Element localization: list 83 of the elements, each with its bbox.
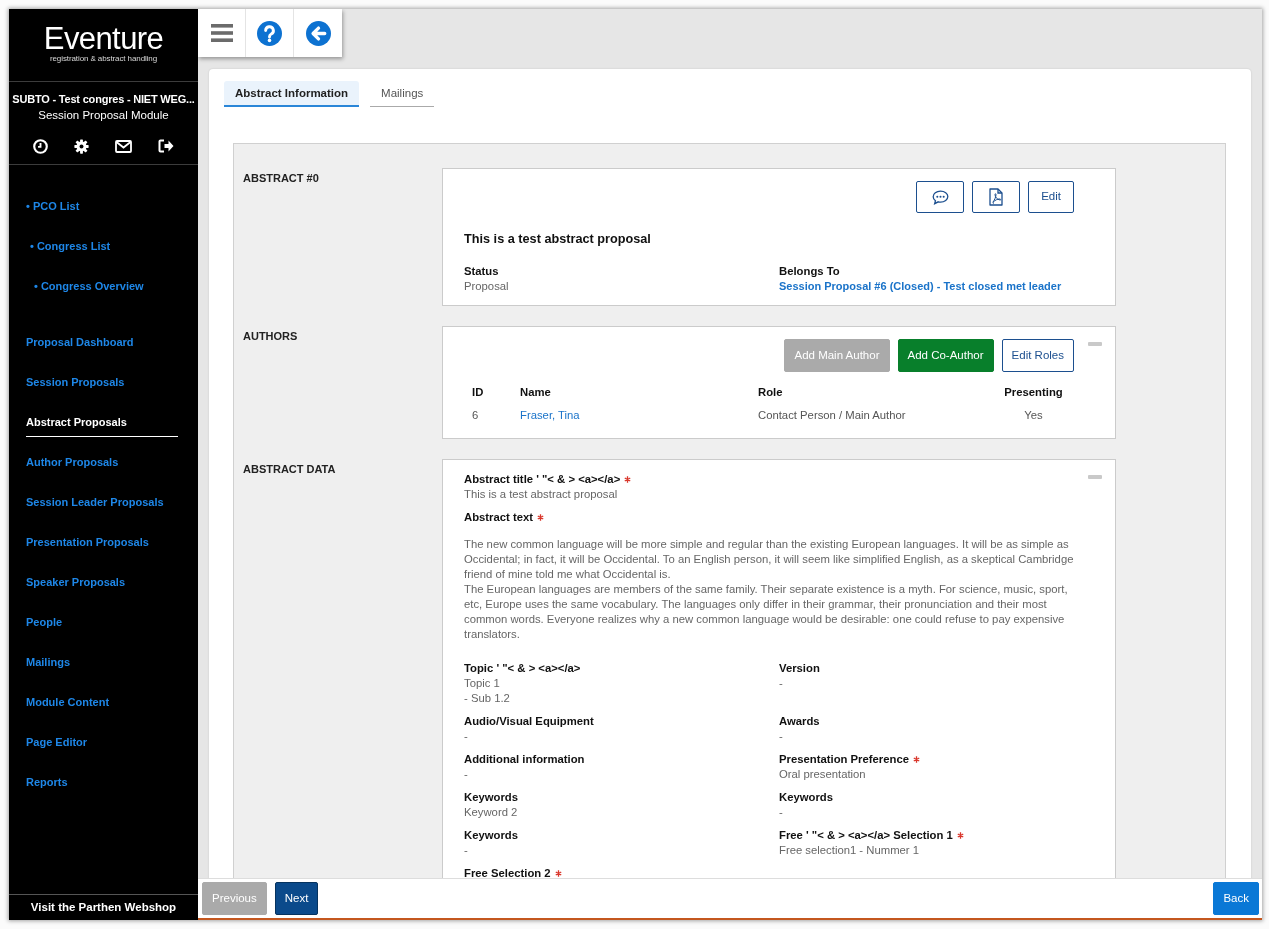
sidebar-item[interactable]: Session Proposals <box>26 362 178 397</box>
tab[interactable]: Mailings <box>370 81 435 107</box>
tab[interactable]: Abstract Information <box>224 81 360 107</box>
field-value: - Sub 1.2 <box>464 691 510 706</box>
abstract-paragraph: The new common language will be more simple and regular than the existing European languages. It will be as simple as Occidental; in fact, it will be Occidental. To an English person, it will seem like simplified English, as a skeptical Cambridge friend of mine told me what Occidental is. <box>464 537 1074 582</box>
edit-button[interactable]: Edit <box>1028 181 1074 213</box>
comment-icon <box>931 189 949 205</box>
column-header: Name <box>519 385 552 400</box>
field-value: - <box>464 729 468 744</box>
sidebar-item[interactable]: Page Editor <box>26 722 178 757</box>
sidebar-item[interactable]: Author Proposals <box>26 442 178 477</box>
field-value: Proposal <box>464 279 509 294</box>
field-label: Abstract text <box>464 510 534 525</box>
field-value: - <box>779 805 783 820</box>
envelope-icon[interactable] <box>115 139 132 153</box>
sidebar-item[interactable]: People <box>26 602 178 637</box>
logo-text: Eventure <box>43 24 164 54</box>
proposal-link[interactable]: Session Proposal #6 (Closed) - Test closed met leader <box>779 279 1062 294</box>
field-label: Abstract title ' "< & > <a></a> <box>464 472 621 487</box>
clock-icon[interactable] <box>33 138 48 154</box>
field-label: Keywords <box>779 790 833 805</box>
congress-title: SUBTO - Test congres - NIET WEG... <box>12 92 195 107</box>
section-label: ABSTRACT #0 <box>243 171 319 186</box>
field-label: Presentation Preference <box>779 752 909 767</box>
field-label: Keywords <box>464 828 518 843</box>
step-button[interactable]: Next <box>274 882 319 915</box>
sidebar-item[interactable]: Module Content <box>26 682 178 717</box>
field-value: This is a test abstract proposal <box>464 487 618 502</box>
table-cell-text: Yes <box>1023 408 1044 423</box>
field-label: Awards <box>779 714 820 729</box>
field-label: Status <box>464 264 499 279</box>
menu-button[interactable] <box>198 9 246 57</box>
back-arrow-button[interactable] <box>294 9 342 57</box>
sidebar-item[interactable]: Reports <box>26 762 178 797</box>
sidebar-item[interactable]: Presentation Proposals <box>26 522 178 557</box>
edit-roles-button[interactable]: Edit Roles <box>1001 339 1074 372</box>
table-cell-text: Contact Person / Main Author <box>757 408 907 423</box>
back-button[interactable]: Back <box>1213 882 1259 915</box>
settings-icon[interactable] <box>74 138 89 154</box>
sidebar-item[interactable]: Abstract Proposals <box>26 402 178 437</box>
pdf-button[interactable] <box>972 181 1021 213</box>
menu-icon <box>210 24 233 42</box>
sidebar-item[interactable]: Session Leader Proposals <box>26 482 178 517</box>
webshop-link[interactable]: Visit the Parthen Webshop <box>30 901 177 913</box>
field-label: Free ' "< & > <a></a> Selection 1 <box>779 828 953 843</box>
field-label: Belongs To <box>779 264 840 279</box>
module-name: Session Proposal Module <box>38 108 169 123</box>
abstract-title: This is a test abstract proposal <box>464 231 652 247</box>
field-value: - <box>464 843 468 858</box>
field-value: - <box>464 767 468 782</box>
breadcrumb-link[interactable]: • Congress List <box>30 226 111 260</box>
sidebar-item[interactable]: Mailings <box>26 642 178 677</box>
column-header: Role <box>757 385 784 400</box>
abstract-paragraph: The European languages are members of the same family. Their separate existence is a myth. For science, music, sport, etc, Europe uses the same vocabulary. The languages only differ in their grammar, their pronunciation and their most common words. Everyone realizes why a new common language would be desirable: one could refuse to pay expensive translators. <box>464 582 1069 642</box>
field-label: Topic ' "< & > <a></a> <box>464 661 581 676</box>
sidebar-item[interactable]: Proposal Dashboard <box>26 322 178 357</box>
field-value: - <box>779 676 783 691</box>
field-label: Free Selection 2 <box>464 866 551 878</box>
field-value: - <box>779 729 783 744</box>
section-label: ABSTRACT DATA <box>243 462 336 477</box>
field-label: Audio/Visual Equipment <box>464 714 594 729</box>
column-header: Presenting <box>1003 385 1064 400</box>
author-link[interactable]: Fraser, Tina <box>520 409 580 421</box>
field-value: Oral presentation <box>779 767 866 782</box>
section-label: AUTHORS <box>243 329 298 344</box>
breadcrumb-link[interactable]: • PCO List <box>26 186 80 220</box>
field-label: Keywords <box>464 790 518 805</box>
column-header: ID <box>471 385 485 400</box>
logo-tagline: registration & abstract handling <box>49 54 158 64</box>
pdf-file-icon <box>989 188 1004 206</box>
add-author-button[interactable]: Add Co-Author <box>897 339 994 372</box>
help-button[interactable] <box>246 9 294 57</box>
field-label: Version <box>779 661 820 676</box>
field-label: Additional information <box>464 752 585 767</box>
breadcrumb-link[interactable]: • Congress Overview <box>34 266 144 300</box>
help-icon <box>257 20 282 46</box>
sign-out-icon[interactable] <box>158 139 174 153</box>
field-value: Free selection1 - Nummer 1 <box>779 843 919 858</box>
table-cell-text: 6 <box>471 408 480 423</box>
sidebar-item[interactable]: Speaker Proposals <box>26 562 178 597</box>
comment-button[interactable] <box>916 181 965 213</box>
field-value: Topic 1 <box>464 676 500 691</box>
field-value: Keyword 2 <box>464 805 518 820</box>
